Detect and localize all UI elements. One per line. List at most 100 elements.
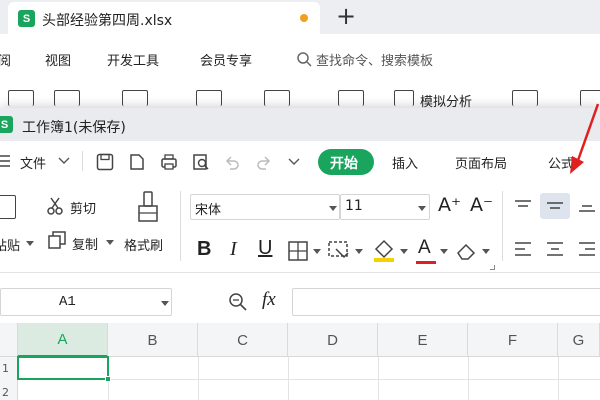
separator <box>180 191 181 261</box>
ribbon-panel: 粘贴 剪切 复制 格式刷 宋体 11 A⁺ A⁻ B I U A <box>0 181 600 273</box>
fill-style-icon[interactable] <box>328 241 350 261</box>
column-header-b[interactable]: B <box>108 323 198 357</box>
export-pdf-icon[interactable] <box>128 153 146 171</box>
font-name-dropdown-icon <box>329 206 337 211</box>
back-tool-icon <box>338 90 364 106</box>
menu-item-review[interactable]: 阅 <box>0 50 11 69</box>
tab-page-layout[interactable]: 页面布局 <box>455 153 507 172</box>
back-tab-title: 头部经验第四周.xlsx <box>42 13 173 29</box>
back-tool-icon <box>8 90 34 106</box>
column-header-e[interactable]: E <box>378 323 468 357</box>
grid-col-line <box>288 357 289 400</box>
spreadsheet-file-icon: S <box>18 10 35 27</box>
align-left-icon[interactable] <box>514 241 532 257</box>
zoom-search-icon[interactable] <box>228 292 248 312</box>
insert-function-button[interactable]: fx <box>262 289 276 311</box>
font-dialog-launcher-icon[interactable] <box>490 265 495 270</box>
fill-color-icon[interactable] <box>372 239 396 263</box>
column-header-row: A B C D E F G <box>0 323 600 357</box>
align-middle-icon <box>547 202 563 209</box>
column-header-g[interactable]: G <box>558 323 600 357</box>
ribbon-tab-bar: 文件 开始 插入 页面布局 公式 <box>0 141 600 181</box>
back-document-tab[interactable]: S 头部经验第四周.xlsx <box>8 2 320 34</box>
increase-font-size-icon[interactable]: A⁺ <box>438 194 461 216</box>
font-color-swatch <box>416 261 436 264</box>
row-header-2[interactable]: 2 <box>2 386 9 399</box>
name-box[interactable]: A1 <box>0 288 172 316</box>
copy-icon <box>48 231 66 249</box>
format-painter-button[interactable]: 格式刷 <box>124 235 163 254</box>
borders-icon[interactable] <box>288 241 308 261</box>
back-tool-icon <box>512 90 538 106</box>
font-name-value: 宋体 <box>195 203 222 218</box>
quick-access-dropdown-icon[interactable] <box>288 158 300 166</box>
font-size-value: 11 <box>345 198 363 214</box>
fill-color-dropdown-icon[interactable] <box>400 249 408 254</box>
align-right-icon[interactable] <box>578 241 596 257</box>
italic-button[interactable]: I <box>230 238 237 261</box>
underline-button[interactable]: U <box>258 237 272 260</box>
print-icon[interactable] <box>160 153 178 171</box>
format-painter-icon <box>138 191 158 222</box>
redo-icon[interactable] <box>256 154 272 170</box>
font-name-select[interactable]: 宋体 <box>190 194 340 220</box>
chevron-down-icon <box>58 157 70 164</box>
select-all-corner[interactable] <box>0 323 18 357</box>
formula-input[interactable] <box>292 288 600 316</box>
menu-item-developer[interactable]: 开发工具 <box>107 50 159 69</box>
decrease-font-size-icon[interactable]: A⁻ <box>470 194 493 216</box>
clear-format-icon[interactable] <box>456 241 478 261</box>
menu-item-member[interactable]: 会员专享 <box>200 50 252 69</box>
selected-cell-a1[interactable] <box>17 356 111 382</box>
back-tool-icon <box>122 90 148 106</box>
grid-col-line <box>378 357 379 400</box>
copy-button[interactable]: 复制 <box>72 234 98 253</box>
new-tab-plus-icon[interactable]: + <box>336 2 356 30</box>
borders-dropdown-icon[interactable] <box>313 249 321 254</box>
align-top-icon[interactable] <box>514 199 532 213</box>
annotation-arrow-icon <box>570 103 600 174</box>
font-color-button[interactable]: A <box>418 237 431 259</box>
align-middle-button[interactable] <box>540 193 570 219</box>
menu-item-view[interactable]: 视图 <box>45 50 71 69</box>
bold-button[interactable]: B <box>197 238 211 261</box>
font-size-select[interactable]: 11 <box>340 194 430 220</box>
column-header-a[interactable]: A <box>18 323 108 357</box>
spreadsheet-app-icon: S <box>0 116 13 133</box>
fill-style-dropdown-icon[interactable] <box>355 249 363 254</box>
font-size-dropdown-icon <box>418 206 426 211</box>
tab-home[interactable]: 开始 <box>318 149 374 175</box>
front-window: S 工作簿1(未保存) 文件 开始 插入 页面布局 公式 粘贴 剪切 复制 格式… <box>0 108 600 400</box>
back-tool-icon <box>394 90 414 106</box>
back-window-menu-bar: 阅 视图 开发工具 会员专享 查找命令、搜索模板 <box>0 34 600 82</box>
cut-button[interactable]: 剪切 <box>70 198 96 217</box>
save-icon[interactable] <box>96 153 114 171</box>
align-center-icon[interactable] <box>546 241 564 257</box>
row-header-1[interactable]: 1 <box>2 362 9 375</box>
align-bottom-icon[interactable] <box>578 199 596 213</box>
column-header-d[interactable]: D <box>288 323 378 357</box>
file-menu-button[interactable]: 文件 <box>20 153 46 172</box>
workbook-title: 工作簿1(未保存) <box>22 120 126 136</box>
hamburger-menu-icon[interactable] <box>0 155 12 167</box>
undo-icon[interactable] <box>224 154 240 170</box>
column-header-c[interactable]: C <box>198 323 288 357</box>
fill-handle-icon[interactable] <box>105 376 111 382</box>
print-preview-icon[interactable] <box>192 153 210 171</box>
font-color-dropdown-icon[interactable] <box>440 249 448 254</box>
front-title-bar: S 工作簿1(未保存) <box>0 108 600 141</box>
copy-dropdown-icon[interactable] <box>106 240 114 245</box>
name-box-dropdown-icon <box>161 301 169 306</box>
paste-dropdown-icon[interactable] <box>26 241 34 246</box>
tab-insert[interactable]: 插入 <box>392 153 418 172</box>
clear-format-dropdown-icon[interactable] <box>482 249 490 254</box>
paste-icon[interactable] <box>0 195 16 219</box>
back-tool-icon <box>54 90 80 106</box>
paste-button[interactable]: 粘贴 <box>0 235 20 254</box>
name-box-value: A1 <box>59 294 76 310</box>
column-header-f[interactable]: F <box>468 323 558 357</box>
grid-col-line <box>468 357 469 400</box>
back-window-toolbar: 模拟分析 <box>0 82 600 110</box>
grid-col-line <box>558 357 559 400</box>
command-search-input[interactable]: 查找命令、搜索模板 <box>316 50 433 69</box>
